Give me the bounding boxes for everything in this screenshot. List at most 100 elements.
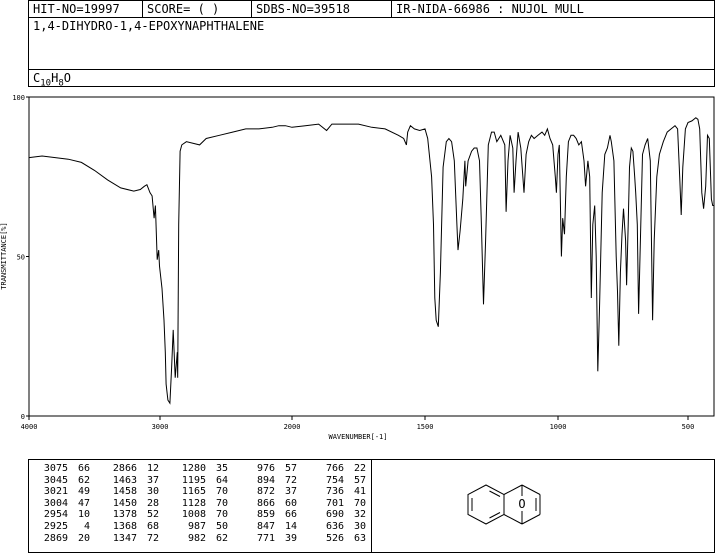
peak-row: 1347 72 [105,533,159,545]
peak-transmittance: 72 [284,474,297,486]
peak-transmittance: 70 [215,486,228,498]
peak-transmittance: 30 [353,520,366,532]
oxygen-atom-label: O [518,497,525,511]
spectrum-line [28,117,714,405]
peak-transmittance: 41 [353,486,366,498]
peak-wavenumber: 1458 [112,486,137,498]
peak-row: 771 39 [243,533,297,545]
peak-wavenumber: 1280 [181,463,206,474]
peak-column: 976 57 894 72 872 37 866 60 859 66 847 14 771 39 [243,463,297,544]
peak-wavenumber: 987 [187,520,206,532]
peak-row: 766 22 [312,463,366,475]
peak-wavenumber: 2954 [43,509,68,521]
peak-transmittance: 37 [284,486,297,498]
peak-column: 2866 12 1463 37 1458 30 1450 28 1378 52 1368 68 1347… [105,463,159,544]
x-tick-label: 1000 [550,423,567,431]
peak-row: 526 63 [312,533,366,545]
ring-bond-top-right [521,484,541,495]
peak-row: 866 60 [243,498,297,510]
peak-row: 1463 37 [105,475,159,487]
peak-transmittance: 28 [146,497,159,509]
peak-transmittance: 50 [215,520,228,532]
peak-transmittance: 72 [146,532,159,544]
peak-transmittance: 62 [215,532,228,544]
x-tick-label: 3000 [152,423,169,431]
peak-transmittance: 70 [215,509,228,521]
peak-wavenumber: 1195 [181,474,206,486]
peak-transmittance: 66 [284,509,297,521]
peak-wavenumber: 1450 [112,497,137,509]
peak-wavenumber: 847 [256,520,275,532]
y-tick-label: 0 [21,413,25,421]
peak-transmittance: 37 [146,474,159,486]
bridge-bond-top [503,484,523,495]
peak-transmittance: 32 [353,509,366,521]
peak-transmittance: 68 [146,520,159,532]
peak-column: 1280 35 1195 64 1165 70 1128 70 1008 70 987 50 982 62 [174,463,228,544]
peak-wavenumber: 690 [325,509,344,521]
peak-row: 754 57 [312,475,366,487]
peak-transmittance: 66 [77,463,90,474]
peak-transmittance: 4 [83,520,90,532]
peak-row: 3021 49 [36,486,90,498]
peak-row: 701 70 [312,498,366,510]
peak-wavenumber: 1128 [181,497,206,509]
peak-row: 872 37 [243,486,297,498]
structure-box: O [371,459,715,553]
peak-row: 1450 28 [105,498,159,510]
bridge-bond-bottom [503,514,523,525]
peak-transmittance: 63 [353,532,366,544]
peak-wavenumber: 894 [256,474,275,486]
peak-wavenumber: 866 [256,497,275,509]
molecule-structure-image: O [467,484,541,525]
y-tick-label: 100 [12,94,25,102]
peak-transmittance: 30 [146,486,159,498]
peak-wavenumber: 1368 [112,520,137,532]
peak-transmittance: 39 [284,532,297,544]
peak-row: 982 62 [174,533,228,545]
peak-transmittance: 10 [77,509,90,521]
peak-row: 1195 64 [174,475,228,487]
peak-row: 1458 30 [105,486,159,498]
peak-row: 987 50 [174,521,228,533]
peak-row: 1165 70 [174,486,228,498]
peak-row: 2954 10 [36,509,90,521]
peak-column: 3075 66 3045 62 3021 49 3004 47 2954 10 2925 4 2869 2… [36,463,90,544]
peak-row: 736 41 [312,486,366,498]
peak-wavenumber: 2869 [43,532,68,544]
peak-transmittance: 52 [146,509,159,521]
peak-row: 1378 52 [105,509,159,521]
peak-transmittance: 35 [215,463,228,474]
peak-transmittance: 57 [353,474,366,486]
peak-transmittance: 49 [77,486,90,498]
peak-wavenumber: 1165 [181,486,206,498]
peak-row: 3075 66 [36,463,90,475]
peak-row: 636 30 [312,521,366,533]
x-axis-ticks: 4000 3000 2000 1500 1000 500 [21,416,694,431]
benzene-ring [467,484,505,525]
peak-wavenumber: 3045 [43,474,68,486]
peak-wavenumber: 2866 [112,463,137,474]
peak-wavenumber: 1463 [112,474,137,486]
peak-wavenumber: 701 [325,497,344,509]
peak-wavenumber: 754 [325,474,344,486]
peak-row: 894 72 [243,475,297,487]
peak-transmittance: 22 [353,463,366,474]
peak-row: 1128 70 [174,498,228,510]
peak-wavenumber: 526 [325,532,344,544]
x-axis-label: WAVENUMBER[-1] [328,433,387,441]
peak-wavenumber: 3075 [43,463,68,474]
peak-wavenumber: 2925 [43,520,68,532]
peak-transmittance: 47 [77,497,90,509]
peak-transmittance: 62 [77,474,90,486]
ring-bond-bottom-right [521,514,541,525]
y-axis-ticks: 100 50 0 [12,94,29,421]
peak-row: 690 32 [312,509,366,521]
peak-wavenumber: 1378 [112,509,137,521]
peak-wavenumber: 982 [187,532,206,544]
peak-transmittance: 20 [77,532,90,544]
peak-transmittance: 14 [284,520,297,532]
peak-table: 3075 66 3045 62 3021 49 3004 47 2954 10 2925 4 2869 2… [28,459,372,553]
y-tick-label: 50 [17,254,25,262]
peak-transmittance: 57 [284,463,297,474]
